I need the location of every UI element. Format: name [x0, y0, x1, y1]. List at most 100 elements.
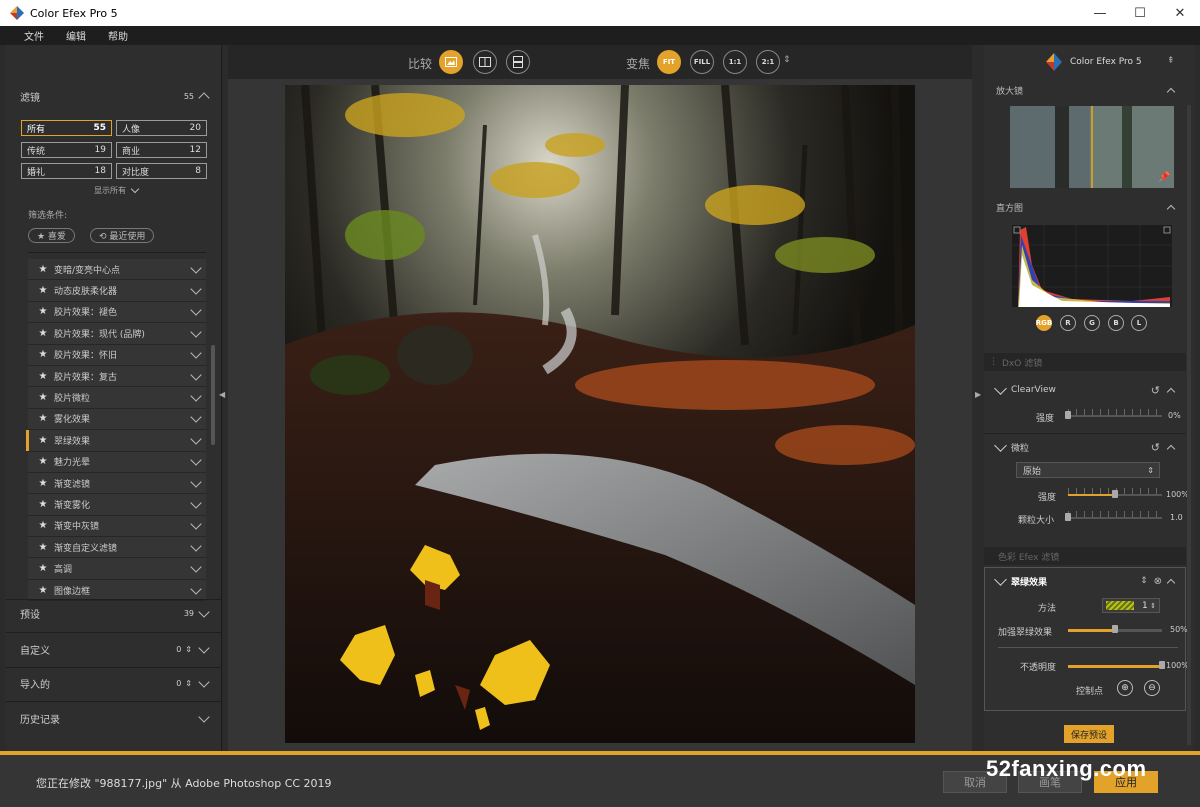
filters-header[interactable]: 滤镜 55 — [6, 85, 222, 107]
channel-r-button[interactable]: R — [1060, 315, 1076, 331]
chevron-down-icon[interactable] — [190, 368, 202, 381]
single-view-button[interactable] — [439, 50, 463, 74]
chevron-down-icon[interactable] — [190, 347, 202, 359]
chevron-down-icon[interactable] — [190, 283, 202, 295]
star-icon[interactable]: ★ — [36, 456, 50, 467]
channel-l-button[interactable]: L — [1131, 315, 1147, 331]
imported-section[interactable]: 导入的 0 ⇕ — [6, 671, 222, 695]
chevron-down-icon[interactable] — [190, 475, 202, 488]
star-icon[interactable]: ★ — [36, 520, 50, 531]
category-portrait-button[interactable]: 人像 20 — [116, 120, 207, 136]
custom-section[interactable]: 自定义 0 ⇕ — [6, 637, 222, 661]
star-icon[interactable]: ★ — [36, 499, 50, 510]
chevron-down-icon[interactable] — [190, 326, 202, 338]
remove-control-point-icon[interactable]: ⊖ — [1144, 680, 1160, 696]
preview-canvas[interactable] — [228, 79, 972, 751]
zoom-1-1-button[interactable]: 1:1 — [723, 50, 747, 74]
forest-waterfall-photo[interactable] — [285, 85, 915, 743]
filter-list-scrollbar[interactable] — [211, 345, 215, 445]
recent-filter-button[interactable]: ⟲ 最近使用 — [90, 228, 155, 243]
chevron-down-icon[interactable] — [190, 433, 202, 445]
split-view-button[interactable] — [473, 50, 497, 74]
minimize-button[interactable]: — — [1080, 0, 1120, 26]
star-icon[interactable]: ★ — [36, 306, 50, 317]
menu-file[interactable]: 文件 — [24, 28, 44, 43]
show-all-link[interactable]: 显示所有 — [94, 184, 140, 196]
chevron-down-icon[interactable] — [190, 304, 202, 317]
history-section[interactable]: 历史记录 — [6, 706, 222, 730]
filter-item[interactable]: ★ 动态皮肤柔化器 — [28, 280, 206, 302]
star-icon[interactable]: ★ — [36, 328, 50, 339]
chevron-down-icon[interactable] — [190, 518, 202, 531]
category-commercial-button[interactable]: 商业 12 — [116, 142, 207, 158]
favorite-filter-button[interactable]: ★ 喜爱 — [28, 228, 75, 243]
loupe-preview[interactable]: 📌 — [1010, 106, 1174, 188]
add-control-point-icon[interactable]: ⊕ — [1117, 680, 1133, 696]
chevron-down-icon[interactable] — [190, 390, 202, 402]
chevron-down-icon[interactable] — [190, 582, 202, 595]
zoom-2-1-button[interactable]: 2:1 — [756, 50, 780, 74]
star-icon[interactable]: ★ — [36, 371, 50, 382]
collapse-left-icon[interactable]: ◀ — [219, 390, 225, 399]
collapse-right-icon[interactable]: ▶ — [975, 390, 981, 399]
star-icon[interactable]: ★ — [36, 413, 50, 424]
star-icon[interactable]: ★ — [36, 563, 50, 574]
star-icon[interactable]: ★ — [36, 285, 50, 296]
channel-rgb-button[interactable]: RGB — [1036, 315, 1052, 331]
green-method-select[interactable]: 1 ⇕ — [1102, 598, 1160, 613]
zoom-fill-button[interactable]: FILL — [690, 50, 714, 74]
chevron-down-icon[interactable] — [190, 262, 202, 274]
save-preset-button[interactable]: 保存预设 — [1064, 725, 1114, 743]
chevron-down-icon[interactable] — [190, 561, 202, 573]
chevron-down-icon[interactable] — [190, 454, 202, 466]
grain-mode-select[interactable]: 原始 ⇕ — [1016, 462, 1160, 478]
category-traditional-button[interactable]: 传统 19 — [21, 142, 112, 158]
category-contrast-button[interactable]: 对比度 8 — [116, 163, 207, 179]
category-all-button[interactable]: 所有 55 — [21, 120, 112, 136]
filter-item[interactable]: ★ 魅力光晕 — [28, 451, 206, 473]
filter-item[interactable]: ★ 胶片效果：现代 (品牌) — [28, 323, 206, 345]
zoom-stepper-icon[interactable]: ⇕ — [783, 55, 791, 65]
collapse-all-icon[interactable]: ⇞ — [1167, 56, 1175, 66]
green-enhance-slider[interactable] — [1068, 625, 1162, 633]
star-icon[interactable]: ★ — [36, 542, 50, 553]
close-button[interactable]: ✕ — [1160, 0, 1200, 26]
filter-item[interactable]: ★ 渐变自定义滤镜 — [28, 537, 206, 559]
clearview-strength-slider[interactable] — [1065, 411, 1162, 419]
side-by-side-button[interactable] — [506, 50, 530, 74]
star-icon[interactable]: ★ — [36, 264, 50, 275]
star-icon[interactable]: ★ — [36, 478, 50, 489]
filter-item[interactable]: ★ 变暗/变亮中心点 — [28, 259, 206, 281]
grain-header[interactable]: 微粒 ↺ — [984, 437, 1186, 457]
filter-item[interactable]: ★ 渐变雾化 — [28, 494, 206, 516]
grain-strength-slider[interactable] — [1068, 490, 1162, 498]
filter-item[interactable]: ★ 雾化效果 — [28, 408, 206, 431]
category-wedding-button[interactable]: 婚礼 18 — [21, 163, 112, 179]
channel-b-button[interactable]: B — [1108, 315, 1124, 331]
filter-item[interactable]: ★ 渐变中灰镜 — [28, 515, 206, 538]
star-icon[interactable]: ★ — [36, 585, 50, 596]
chevron-down-icon[interactable] — [190, 497, 202, 509]
loupe-header[interactable]: 放大镜 — [984, 82, 1186, 98]
green-effect-header[interactable]: 翠绿效果 ⇕ ⊗ — [984, 571, 1186, 591]
menu-help[interactable]: 帮助 — [108, 28, 128, 43]
filter-item[interactable]: ★ 胶片效果：褪色 — [28, 301, 206, 324]
right-panel-scrollbar[interactable] — [1187, 105, 1191, 745]
filter-item[interactable]: ★ 翠绿效果 — [26, 430, 206, 452]
menu-edit[interactable]: 编辑 — [66, 28, 86, 43]
filter-item[interactable]: ★ 胶片效果：复古 — [28, 365, 206, 388]
chevron-down-icon[interactable] — [190, 411, 202, 424]
star-icon[interactable]: ★ — [36, 435, 50, 446]
filter-item[interactable]: ★ 渐变滤镜 — [28, 472, 206, 495]
zoom-fit-button[interactable]: FIT — [657, 50, 681, 74]
star-icon[interactable]: ★ — [36, 392, 50, 403]
presets-section[interactable]: 预设 39 — [6, 601, 222, 625]
maximize-button[interactable]: ☐ — [1120, 0, 1160, 26]
star-icon[interactable]: ★ — [36, 349, 50, 360]
histogram-header[interactable]: 直方图 — [984, 199, 1186, 215]
filter-item[interactable]: ★ 胶片微粒 — [28, 387, 206, 409]
clearview-header[interactable]: ClearView ↺ — [984, 380, 1186, 400]
filter-item[interactable]: ★ 胶片效果：怀旧 — [28, 344, 206, 366]
opacity-slider[interactable] — [1068, 661, 1165, 669]
chevron-down-icon[interactable] — [190, 540, 202, 552]
